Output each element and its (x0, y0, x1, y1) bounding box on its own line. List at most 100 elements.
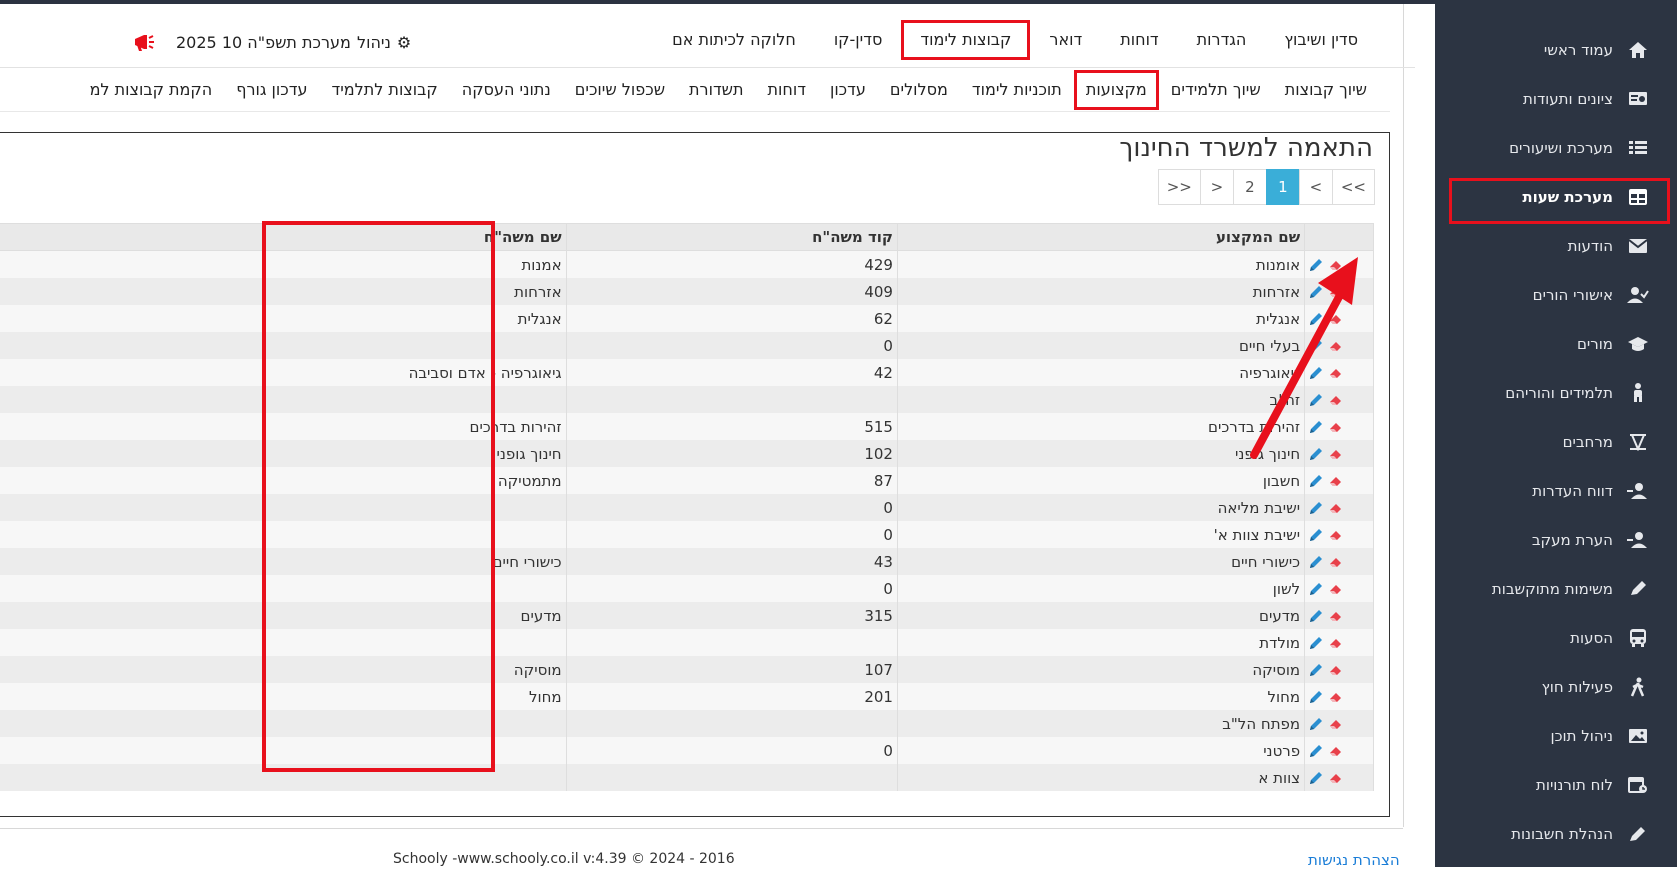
page-button-2[interactable]: 1 (1265, 169, 1300, 205)
image-icon (1627, 725, 1649, 747)
sidebar-item-0[interactable]: עמוד ראשי (1435, 28, 1677, 72)
ministry-name-cell (0, 710, 567, 737)
manage-menu[interactable]: ניהול ⚙ (357, 30, 411, 54)
sidebar-item-label: ציונים ותעודות (1523, 90, 1613, 108)
nav-tab-2[interactable]: דוחות (1101, 20, 1177, 60)
subnav-tab-9[interactable]: נתוני העסקה (450, 70, 563, 110)
sidebar-item-8[interactable]: מרחבים (1435, 420, 1677, 464)
nav-tab-0[interactable]: סדין ושיבוץ (1265, 20, 1377, 60)
edit-pencil-icon[interactable] (1309, 690, 1323, 704)
edit-pencil-icon[interactable] (1309, 636, 1323, 650)
top-nav: סדין ושיבוץ הגדרות דוחות דואר קבוצות לימוד סד… (653, 20, 1377, 60)
ministry-name-cell: מדעים (0, 602, 567, 629)
nav-tab-4[interactable]: קבוצות לימוד (901, 20, 1031, 60)
eraser-icon[interactable] (1329, 717, 1343, 731)
code-cell: 515 (565, 413, 898, 440)
megaphone-icon[interactable] (132, 32, 156, 52)
subject-cell: מוסיקה (896, 656, 1306, 683)
sidebar-item-12[interactable]: הסעות (1435, 616, 1677, 660)
table-row: מוסיקה 107 מוסיקה (0, 656, 1374, 683)
edit-pencil-icon[interactable] (1309, 555, 1323, 569)
page-button-5[interactable]: >> (1157, 169, 1201, 205)
table-row: בעלי חיים 0 (0, 332, 1374, 359)
sidebar-item-9[interactable]: דווח העדרות (1435, 469, 1677, 513)
eraser-icon[interactable] (1329, 771, 1343, 785)
subnav-tab-7[interactable]: תשדורת (677, 70, 756, 110)
eraser-icon[interactable] (1329, 555, 1343, 569)
page-button-4[interactable]: > (1199, 169, 1234, 205)
edit-pencil-icon[interactable] (1309, 528, 1323, 542)
sidebar-item-label: עמוד ראשי (1543, 41, 1613, 59)
edit-pencil-icon[interactable] (1309, 474, 1323, 488)
subnav-tab-5[interactable]: עדכון (818, 70, 878, 110)
pen-icon (1627, 823, 1649, 845)
eraser-icon[interactable] (1329, 609, 1343, 623)
subnav-tab-3[interactable]: תוכניות לימוד (960, 70, 1074, 110)
sub-nav: שיוך קבוצות שיוך תלמידים מקצועות תוכניות לי… (78, 70, 1379, 110)
subnav-tab-0[interactable]: שיוך קבוצות (1273, 70, 1379, 110)
calendar-icon (1627, 774, 1649, 796)
edit-pencil-icon[interactable] (1309, 744, 1323, 758)
sidebar: עמוד ראשי ציונים ותעודות מערכת ושיעורים מער… (1435, 0, 1677, 867)
copyright-text: Schooly -www.schooly.co.il v:4.39 © 2024… (393, 851, 735, 867)
sidebar-item-5[interactable]: אישורי הורים (1435, 273, 1677, 317)
ministry-name-cell (0, 764, 567, 791)
sidebar-item-2[interactable]: מערכת ושיעורים (1435, 126, 1677, 170)
eraser-icon[interactable] (1329, 690, 1343, 704)
ministry-name-cell: אמנות (0, 250, 567, 278)
nav-tab-5[interactable]: סדין-קו (815, 20, 902, 60)
subject-cell: צוות א (896, 764, 1306, 791)
sidebar-item-label: הסעות (1570, 629, 1613, 647)
subnav-tab-10[interactable]: קבוצות לתלמיד (319, 70, 449, 110)
subnav-tab-8[interactable]: שכפול שיוכים (563, 70, 677, 110)
page-button-1[interactable]: < (1298, 169, 1333, 205)
sidebar-item-label: לוח תורנויות (1536, 776, 1613, 794)
eraser-icon[interactable] (1329, 636, 1343, 650)
sidebar-item-4[interactable]: הודעות (1435, 224, 1677, 268)
edit-pencil-icon[interactable] (1309, 771, 1323, 785)
eraser-icon[interactable] (1329, 582, 1343, 596)
nav-tab-6[interactable]: חלוקה לכיתות אם (653, 20, 815, 60)
certificate-icon (1627, 88, 1649, 110)
accessibility-link[interactable]: הצהרת נגישות (1308, 851, 1400, 869)
eraser-icon[interactable] (1329, 744, 1343, 758)
eraser-icon[interactable] (1329, 474, 1343, 488)
sidebar-item-14[interactable]: ניהול תוכן (1435, 714, 1677, 758)
edit-pencil-icon[interactable] (1309, 609, 1323, 623)
nav-tab-1[interactable]: הגדרות (1178, 20, 1266, 60)
sidebar-item-label: מורים (1576, 335, 1613, 353)
envelope-icon (1627, 235, 1649, 257)
nav-divider (0, 67, 1415, 68)
code-cell: 429 (565, 250, 898, 278)
table-row: זהירות בדרכים 515 זהירות בדרכים (0, 413, 1374, 440)
eraser-icon[interactable] (1329, 663, 1343, 677)
sidebar-item-label: הנהלת חשבונות (1511, 825, 1613, 843)
ministry-name-cell (0, 629, 567, 656)
eraser-icon[interactable] (1329, 528, 1343, 542)
subnav-tab-4[interactable]: מסלולים (878, 70, 960, 110)
edit-pencil-icon[interactable] (1309, 582, 1323, 596)
subnav-tab-6[interactable]: דוחות (756, 70, 818, 110)
sidebar-item-1[interactable]: ציונים ותעודות (1435, 77, 1677, 121)
subnav-tab-1[interactable]: שיוך תלמידים (1159, 70, 1273, 110)
sidebar-item-13[interactable]: פעילות חוץ (1435, 665, 1677, 709)
code-cell: 315 (565, 602, 898, 629)
sidebar-item-6[interactable]: מורים (1435, 322, 1677, 366)
subnav-tab-12[interactable]: הקמת קבוצות למ (78, 70, 225, 110)
ministry-name-cell (0, 737, 567, 764)
edit-pencil-icon[interactable] (1309, 663, 1323, 677)
sidebar-item-11[interactable]: משימות מתוקשבות (1435, 567, 1677, 611)
edit-pencil-icon[interactable] (1309, 717, 1323, 731)
edit-pencil-icon[interactable] (1309, 501, 1323, 515)
nav-tab-3[interactable]: דואר (1030, 20, 1101, 60)
subnav-tab-2[interactable]: מקצועות (1073, 70, 1159, 110)
sidebar-item-10[interactable]: הערת מעקב (1435, 518, 1677, 562)
code-cell: 0 (565, 521, 898, 548)
page-button-3[interactable]: 2 (1232, 169, 1267, 205)
sidebar-item-15[interactable]: לוח תורנויות (1435, 763, 1677, 807)
sidebar-item-7[interactable]: תלמידים והוריהם (1435, 371, 1677, 415)
subnav-tab-11[interactable]: עדכון גורף (224, 70, 319, 110)
page-button-0[interactable]: << (1331, 169, 1375, 205)
sidebar-item-16[interactable]: הנהלת חשבונות (1435, 812, 1677, 856)
eraser-icon[interactable] (1329, 501, 1343, 515)
